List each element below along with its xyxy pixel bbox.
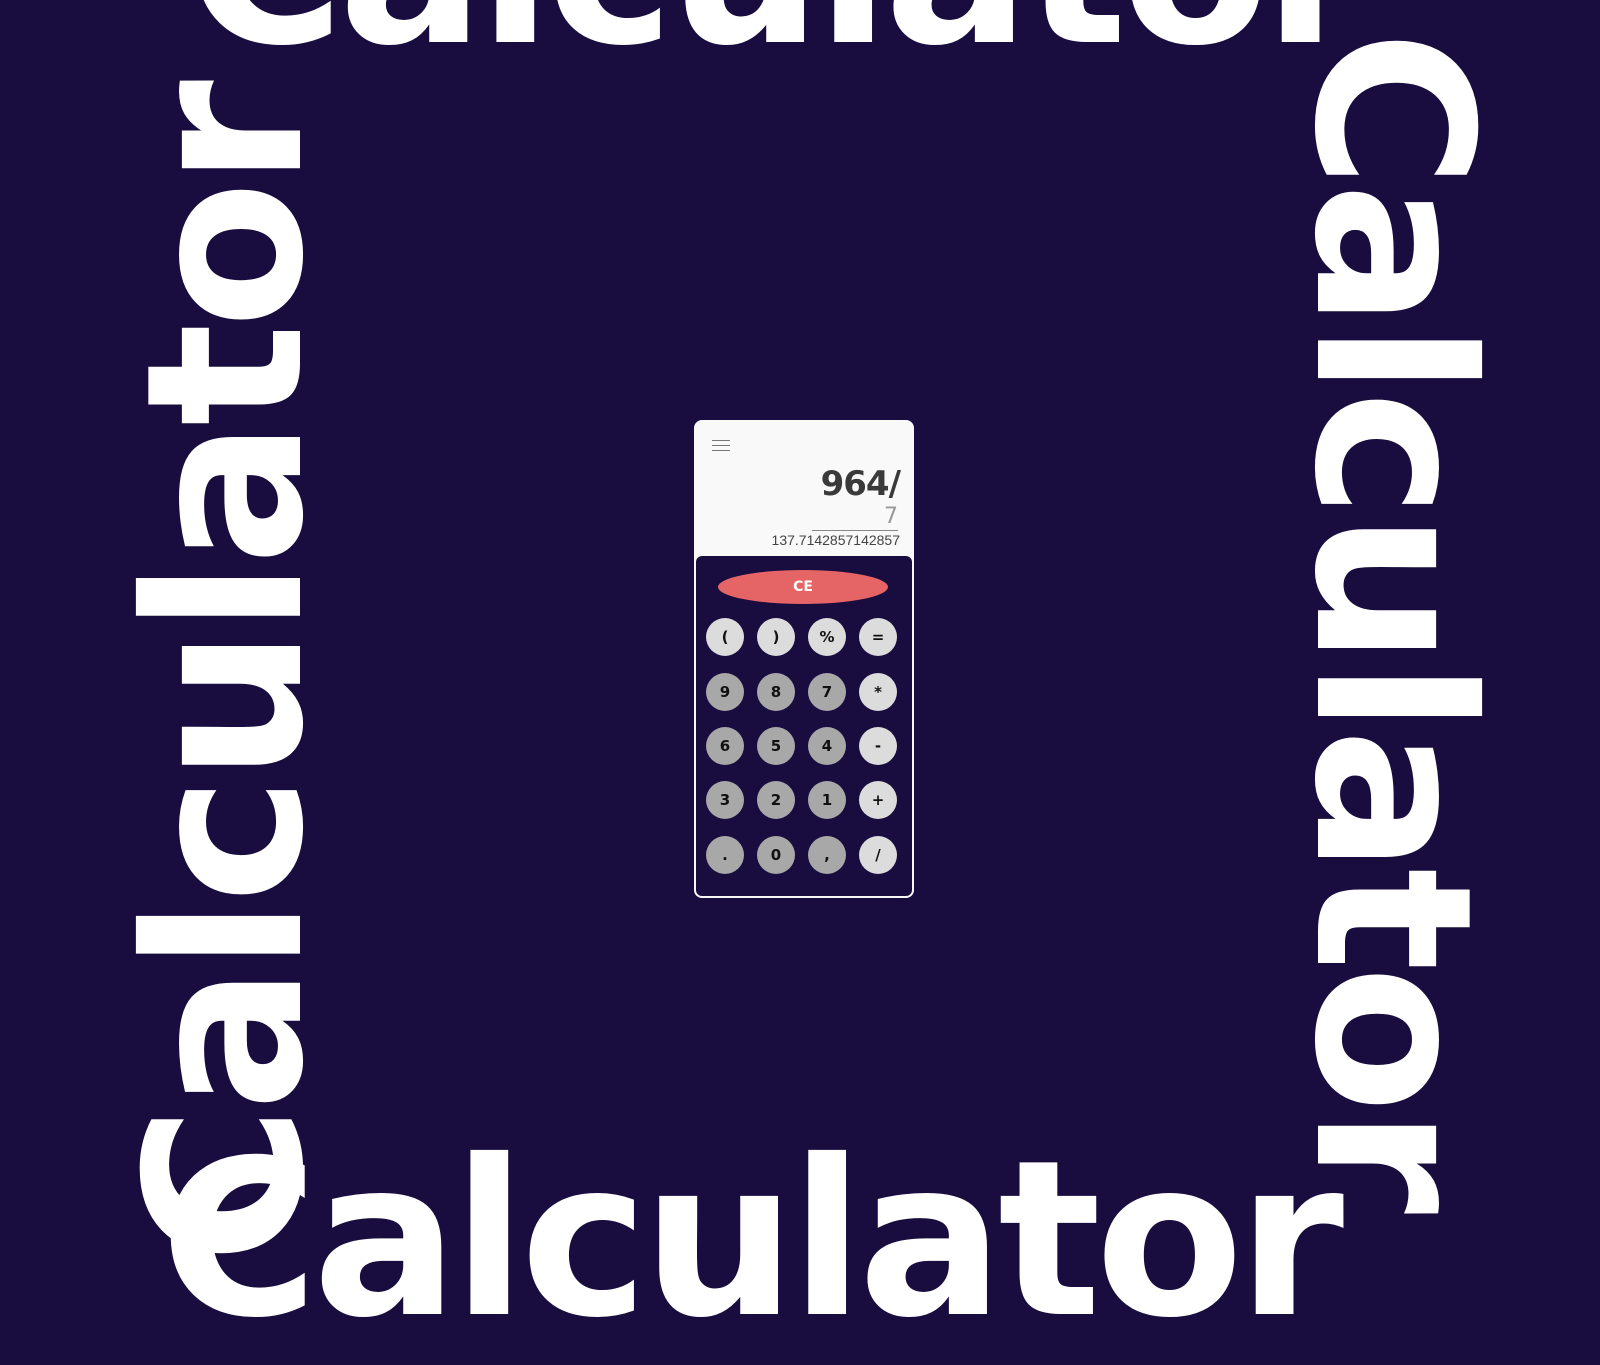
digit-2-button[interactable]: 2 bbox=[757, 781, 795, 819]
clear-entry-button[interactable]: CE bbox=[718, 570, 888, 604]
multiply-button[interactable]: * bbox=[859, 673, 897, 711]
result-display: 137.7142857142857 bbox=[771, 532, 900, 548]
background-word-left: Calculator bbox=[100, 85, 351, 1264]
digit-3-button[interactable]: 3 bbox=[706, 781, 744, 819]
equals-button[interactable]: = bbox=[859, 618, 897, 656]
digit-5-button[interactable]: 5 bbox=[757, 727, 795, 765]
digit-6-button[interactable]: 6 bbox=[706, 727, 744, 765]
background-word-top: Calculator bbox=[186, 0, 1370, 76]
subtract-button[interactable]: - bbox=[859, 727, 897, 765]
close-paren-button[interactable]: ) bbox=[757, 618, 795, 656]
expression-display: 964/ bbox=[820, 464, 901, 504]
percent-button[interactable]: % bbox=[808, 618, 846, 656]
current-input: 7 bbox=[812, 504, 898, 531]
background-word-right: Calculator bbox=[1267, 30, 1518, 1209]
comma-button[interactable]: , bbox=[808, 836, 846, 874]
open-paren-button[interactable]: ( bbox=[706, 618, 744, 656]
digit-0-button[interactable]: 0 bbox=[757, 836, 795, 874]
calculator: 964/ 7 137.7142857142857 CE ()% = 9 8 7 * 6 5 4-… bbox=[694, 420, 914, 898]
keypad: CE ()% = 9 8 7 * 6 5 4- 3 2 1 +. 0, / bbox=[696, 556, 912, 896]
digit-1-button[interactable]: 1 bbox=[808, 781, 846, 819]
decimal-point-button[interactable]: . bbox=[706, 836, 744, 874]
add-button[interactable]: + bbox=[859, 781, 897, 819]
digit-8-button[interactable]: 8 bbox=[757, 673, 795, 711]
divide-button[interactable]: / bbox=[859, 836, 897, 874]
hamburger-menu-icon[interactable] bbox=[712, 440, 730, 454]
digit-4-button[interactable]: 4 bbox=[808, 727, 846, 765]
digit-7-button[interactable]: 7 bbox=[808, 673, 846, 711]
digit-9-button[interactable]: 9 bbox=[706, 673, 744, 711]
